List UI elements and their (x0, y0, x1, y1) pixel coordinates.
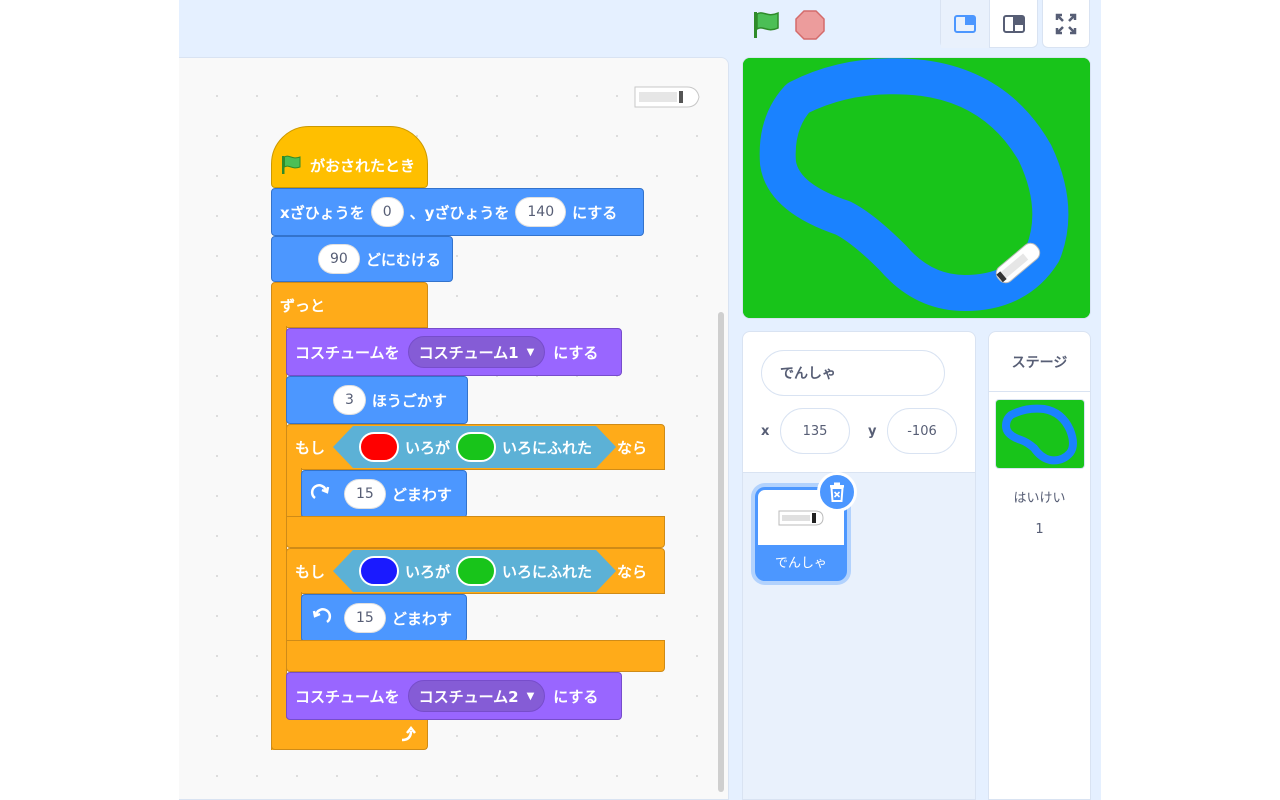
costume1-dropdown[interactable]: コスチューム1 ▼ (407, 336, 546, 368)
move-label: ほうごかす (371, 391, 447, 410)
if2-color-b[interactable] (456, 556, 496, 586)
x-field[interactable]: 135 (780, 408, 850, 454)
costume1-suffix: にする (553, 343, 599, 362)
point-label: どにむける (365, 250, 441, 269)
costume1-prefix: コスチュームを (295, 343, 400, 362)
direction-input[interactable]: 90 (318, 244, 360, 274)
backdrop-label: はいけい (1013, 491, 1066, 506)
hat-label: がおされたとき (310, 156, 416, 175)
forever-label: ずっと (280, 296, 326, 315)
if1-label: もし (295, 438, 326, 457)
stop-icon[interactable] (795, 10, 825, 40)
stage-header: ステージ (989, 332, 1090, 392)
sprite-info-pane: でんしゃ x 135 y -106 でんしゃ (742, 331, 976, 800)
rotate-right-icon (310, 484, 330, 500)
if1-then-label: なら (617, 438, 648, 457)
if1-arm (286, 468, 302, 518)
turn-right-block[interactable]: 15 どまわす (301, 470, 467, 518)
if2-touch-label: いろにふれた (502, 562, 593, 581)
if2-label: もし (295, 562, 326, 581)
loop-arrow-icon (401, 725, 416, 741)
color-touching-color-condition-2[interactable]: いろが いろにふれた (333, 550, 616, 592)
if1-color-a[interactable] (359, 432, 399, 462)
large-stage-icon[interactable] (989, 0, 1037, 48)
if1-color-b[interactable] (456, 432, 496, 462)
switch-costume-block-2[interactable]: コスチュームを コスチューム2 ▼ にする (286, 672, 622, 720)
goto-suffix: にする (572, 203, 618, 222)
costume2-prefix: コスチュームを (295, 687, 400, 706)
switch-costume-block[interactable]: コスチュームを コスチューム1 ▼ にする (286, 328, 622, 376)
y-input[interactable]: 140 (515, 197, 567, 227)
costume1-value: コスチューム1 (418, 343, 519, 362)
rotate-left-icon (312, 608, 332, 624)
y-field[interactable]: -106 (887, 408, 957, 454)
green-flag-icon (282, 155, 301, 174)
turn-left-block[interactable]: 15 どまわす (301, 594, 467, 642)
goto-x-label: xざひょうを (280, 203, 365, 222)
color-touching-color-condition-1[interactable]: いろが いろにふれた (333, 426, 616, 468)
sprite-name-field[interactable]: でんしゃ (761, 350, 945, 396)
goto-sep-label: 、yざひょうを (409, 203, 510, 222)
stage-size-toggle (940, 0, 1038, 48)
forever-block[interactable]: ずっと (271, 282, 428, 328)
if1-touch-label: いろにふれた (502, 438, 593, 457)
backdrop-thumbnail[interactable] (995, 399, 1085, 469)
sprite-list: でんしゃ (743, 472, 975, 799)
costume2-value: コスチューム2 (418, 687, 519, 706)
trash-icon (830, 482, 844, 502)
scratch-editor: がおされたとき xざひょうを 0 、yざひょうを 140 にする 90 どにむけ… (179, 0, 1101, 800)
if1-footer (286, 516, 665, 548)
if1-color-label: いろが (405, 438, 451, 457)
backdrop-count: 1 (1035, 522, 1044, 537)
y-label: y (868, 424, 877, 439)
turn-right-input[interactable]: 15 (344, 479, 386, 509)
workspace-scrollbar[interactable] (718, 312, 724, 792)
if2-then-label: なら (617, 562, 648, 581)
fullscreen-icon[interactable] (1042, 0, 1090, 48)
turn-left-label: どまわす (391, 609, 452, 628)
point-direction-block[interactable]: 90 どにむける (271, 236, 453, 282)
turn-left-input[interactable]: 15 (344, 603, 386, 633)
green-flag-icon[interactable] (749, 8, 783, 42)
forever-arm (271, 326, 287, 750)
turn-right-label: どまわす (391, 485, 452, 504)
when-flag-clicked-block[interactable]: がおされたとき (271, 126, 428, 188)
steps-input[interactable]: 3 (333, 385, 366, 415)
chevron-down-icon: ▼ (526, 690, 535, 702)
if2-footer (286, 640, 665, 672)
chevron-down-icon: ▼ (526, 346, 535, 358)
goto-xy-block[interactable]: xざひょうを 0 、yざひょうを 140 にする (271, 188, 644, 236)
sprite-mini-icon (631, 84, 701, 110)
if2-color-label: いろが (405, 562, 451, 581)
stage-selector[interactable]: ステージ はいけい 1 (988, 331, 1091, 800)
delete-sprite-button[interactable] (817, 472, 857, 512)
if2-color-a[interactable] (359, 556, 399, 586)
costume2-suffix: にする (553, 687, 599, 706)
sprite-card-label: でんしゃ (774, 556, 827, 571)
stage-canvas[interactable] (742, 57, 1091, 319)
x-input[interactable]: 0 (370, 197, 404, 227)
x-label: x (761, 424, 770, 439)
if2-arm (286, 592, 302, 644)
costume2-dropdown[interactable]: コスチューム2 ▼ (407, 680, 546, 712)
small-stage-icon[interactable] (941, 0, 989, 48)
move-steps-block[interactable]: 3 ほうごかす (286, 376, 468, 424)
code-workspace[interactable]: がおされたとき xざひょうを 0 、yざひょうを 140 にする 90 どにむけ… (179, 57, 729, 800)
forever-footer[interactable] (271, 718, 428, 750)
